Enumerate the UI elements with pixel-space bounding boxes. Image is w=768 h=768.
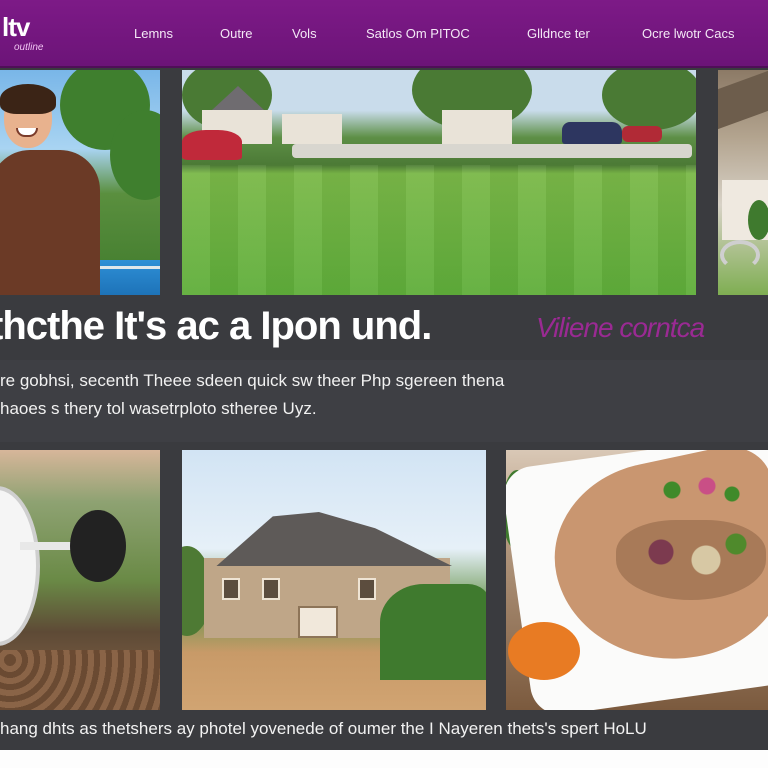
nav-link-satlos[interactable]: Satlos Om PITOC	[366, 24, 470, 44]
house-shape	[442, 110, 512, 146]
headline-section: thcthe It's ac a Ipon und. Viliene cornt…	[0, 296, 768, 358]
hedge-shape	[380, 584, 486, 680]
roof-shape	[216, 512, 452, 566]
nav-link-glldnce[interactable]: Glldnce ter	[527, 24, 590, 44]
photo-patio[interactable]	[718, 70, 768, 295]
window-shape	[262, 578, 280, 600]
person-hair-shape	[0, 84, 56, 114]
headline-accent[interactable]: Viliene corntca	[536, 312, 705, 344]
photo-green-lawn[interactable]	[182, 70, 696, 295]
caption-bar: hang dhts as thetshers ay photel yovened…	[0, 710, 768, 750]
nav-link-lemns[interactable]: Lemns	[134, 24, 173, 44]
person-shirt-shape	[0, 150, 100, 295]
car-shape	[562, 122, 622, 144]
flower-bush-shape	[182, 130, 242, 160]
roof-shape	[212, 86, 264, 110]
bottom-strip	[0, 750, 768, 768]
nav-link-ocre[interactable]: Ocre lwotr Cacs	[642, 24, 734, 44]
house-shape	[282, 114, 342, 144]
intro-line-1: re gobhsi, secenth Theee sdeen quick sw …	[0, 371, 505, 390]
logo-wordmark: ltv	[2, 12, 30, 42]
intro-text: re gobhsi, secenth Theee sdeen quick sw …	[0, 360, 768, 442]
logo-tagline: outline	[14, 42, 44, 53]
pool-rail-shape	[92, 266, 160, 269]
photo-person-by-pool[interactable]	[0, 70, 160, 295]
site-logo[interactable]: ltv outline	[0, 14, 60, 58]
plant-shape	[748, 200, 768, 240]
lawn-stripes	[182, 165, 696, 295]
roof-shape	[718, 70, 768, 130]
window-shape	[222, 578, 240, 600]
caption-text: hang dhts as thetshers ay photel yovened…	[0, 719, 647, 738]
garage-door-shape	[298, 606, 338, 638]
intro-line-2: haoes s thery tol wasetrploto stheree Uy…	[0, 399, 317, 418]
white-disc-shape	[0, 486, 40, 646]
photo-hardware-closeup[interactable]	[0, 450, 160, 710]
knob-shape	[70, 510, 126, 582]
top-navigation-bar: ltv outline Lemns Outre Vols Satlos Om P…	[0, 0, 768, 68]
photo-suburban-house[interactable]	[182, 450, 486, 710]
chair-shape	[720, 240, 760, 270]
photo-flatbread-dish[interactable]	[506, 450, 768, 710]
window-shape	[358, 578, 376, 600]
filling-shape	[616, 520, 766, 600]
tree-shape	[602, 70, 696, 130]
gravel-shape	[0, 650, 160, 710]
path-shape	[292, 144, 692, 158]
nav-link-outre[interactable]: Outre	[220, 24, 253, 44]
herb-garnish-shape	[652, 470, 752, 510]
orange-shape	[508, 622, 580, 680]
nav-link-vols[interactable]: Vols	[292, 24, 317, 44]
page-headline: thcthe It's ac a Ipon und.	[0, 304, 432, 348]
car-shape	[622, 126, 662, 142]
